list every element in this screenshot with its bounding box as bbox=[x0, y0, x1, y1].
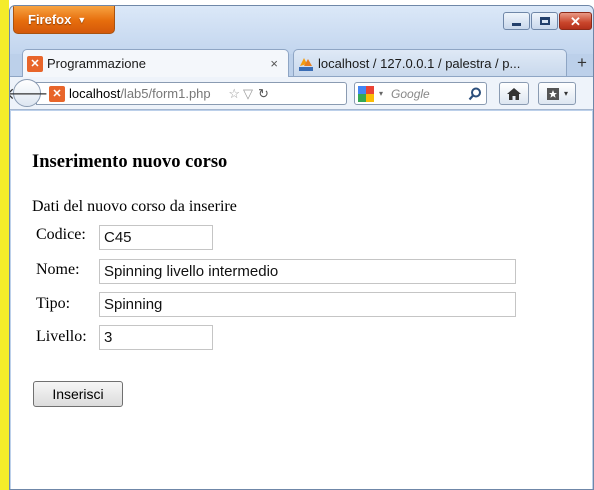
chevron-down-icon: ▾ bbox=[563, 89, 568, 98]
bookmark-star-icon[interactable]: ☆ bbox=[228, 86, 240, 102]
page-content: Inserimento nuovo corso Dati del nuovo c… bbox=[11, 111, 592, 489]
close-icon: ✕ bbox=[570, 13, 581, 29]
inserisci-button[interactable]: Inserisci bbox=[33, 381, 123, 407]
tab-title: localhost / 127.0.0.1 / palestra / p... bbox=[318, 56, 521, 71]
bookmarks-button[interactable]: ▾ bbox=[538, 82, 576, 105]
tipo-input[interactable]: Spinning bbox=[99, 292, 516, 317]
browser-window: Firefox ▼ ✕ ✕ Programmazione × localhost… bbox=[9, 5, 594, 490]
chevron-down-icon: ▼ bbox=[77, 14, 87, 25]
nome-input[interactable]: Spinning livello intermedio bbox=[99, 259, 516, 284]
minimize-icon bbox=[512, 23, 521, 26]
tab-phpmyadmin[interactable]: localhost / 127.0.0.1 / palestra / p... bbox=[293, 49, 567, 77]
xampp-favicon-icon: ✕ bbox=[49, 85, 65, 102]
reload-icon[interactable]: ↻ bbox=[258, 86, 269, 102]
form-description: Dati del nuovo corso da inserire bbox=[32, 198, 237, 215]
tab-close-icon[interactable]: × bbox=[270, 56, 278, 71]
xampp-favicon-icon: ✕ bbox=[27, 55, 43, 72]
maximize-button[interactable] bbox=[531, 12, 558, 30]
back-arrow-icon: 🡐 bbox=[9, 85, 49, 103]
url-host: localhost bbox=[69, 86, 121, 101]
tipo-label: Tipo: bbox=[36, 295, 71, 312]
tab-programmazione[interactable]: ✕ Programmazione × bbox=[22, 49, 289, 77]
phpmyadmin-favicon-icon bbox=[298, 56, 314, 72]
url-bar[interactable]: ✕ localhost /lab5/form1.php ☆ ▽ ↻ bbox=[36, 82, 347, 105]
search-engine-dropdown-icon[interactable]: ▾ bbox=[379, 89, 383, 98]
history-dropdown-icon[interactable]: ▽ bbox=[243, 86, 253, 102]
livello-label: Livello: bbox=[36, 328, 87, 345]
home-icon bbox=[507, 87, 521, 100]
close-window-button[interactable]: ✕ bbox=[559, 12, 592, 30]
search-icon[interactable] bbox=[468, 87, 482, 101]
codice-label: Codice: bbox=[36, 226, 86, 243]
tab-title: Programmazione bbox=[47, 56, 146, 71]
url-path: /lab5/form1.php bbox=[120, 86, 211, 101]
bookmarks-icon bbox=[546, 87, 559, 100]
new-tab-button[interactable]: + bbox=[571, 51, 593, 75]
page-title: Inserimento nuovo corso bbox=[32, 152, 228, 172]
home-button[interactable] bbox=[499, 82, 529, 105]
codice-input[interactable]: C45 bbox=[99, 225, 213, 250]
back-button[interactable]: 🡐 bbox=[10, 79, 48, 107]
firefox-menu-label: Firefox bbox=[28, 12, 72, 27]
search-placeholder: Google bbox=[391, 86, 430, 101]
minimize-button[interactable] bbox=[503, 12, 530, 30]
navigation-toolbar: 🡐 ✕ localhost /lab5/form1.php ☆ ▽ ↻ ▾ Go… bbox=[10, 76, 593, 110]
left-edge-strip bbox=[0, 0, 9, 490]
search-bar[interactable]: ▾ Google bbox=[354, 82, 487, 105]
maximize-icon bbox=[539, 17, 550, 25]
nome-label: Nome: bbox=[36, 261, 80, 278]
firefox-menu-button[interactable]: Firefox ▼ bbox=[13, 6, 115, 34]
livello-input[interactable]: 3 bbox=[99, 325, 213, 350]
google-logo-icon bbox=[358, 85, 378, 102]
